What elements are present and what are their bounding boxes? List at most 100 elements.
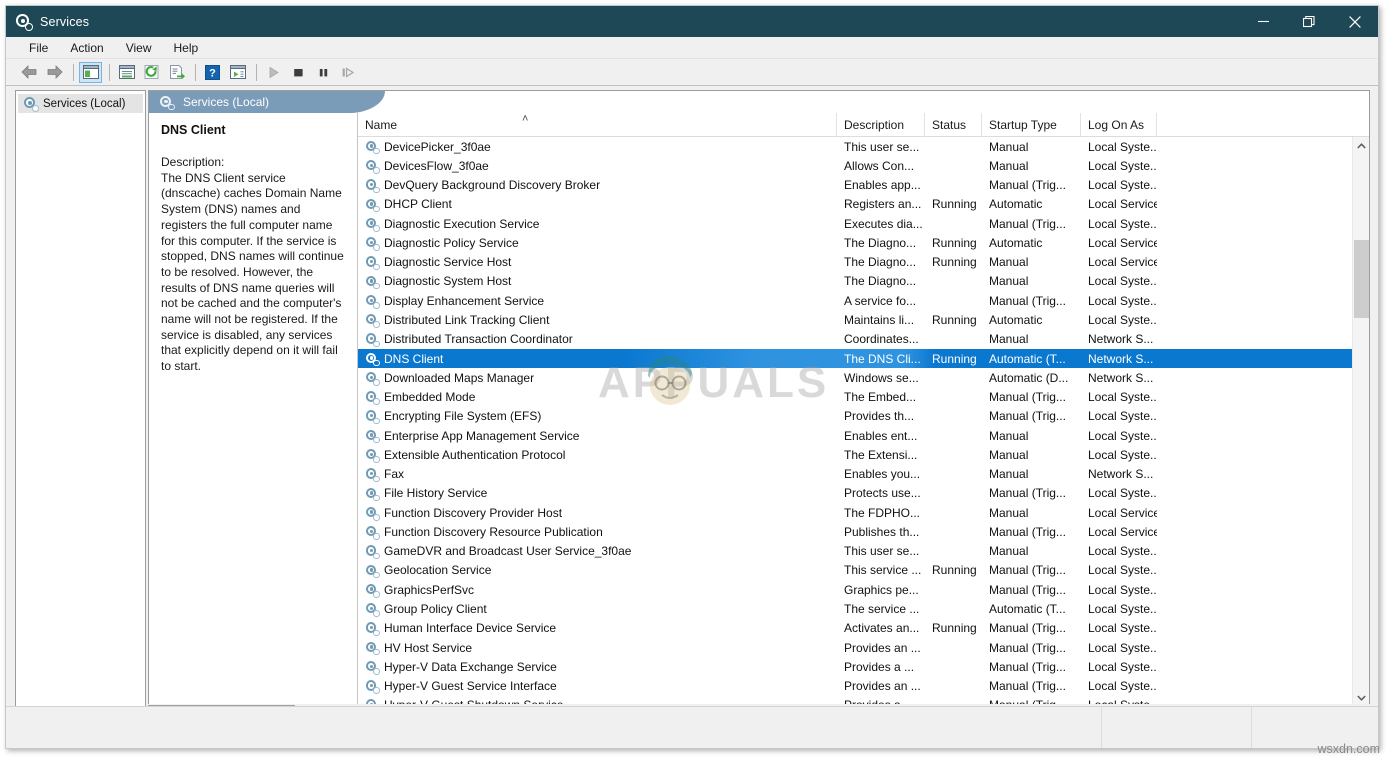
tab-services-local[interactable]: Services (Local) — [149, 91, 349, 113]
back-arrow-icon[interactable] — [18, 62, 41, 83]
cell-startup: Manual — [982, 445, 1081, 464]
cell-status — [925, 330, 982, 349]
table-row[interactable]: Diagnostic Policy ServiceThe Diagno...Ru… — [358, 233, 1352, 252]
column-header-status[interactable]: Status — [925, 113, 982, 137]
table-row[interactable]: GraphicsPerfSvcGraphics pe...Manual (Tri… — [358, 580, 1352, 599]
cell-desc: Enables you... — [837, 465, 925, 484]
table-row[interactable]: Hyper-V Data Exchange ServiceProvides a … — [358, 657, 1352, 676]
cell-logon: Local Syste... — [1081, 291, 1157, 310]
forward-arrow-icon[interactable] — [43, 62, 66, 83]
table-row[interactable]: Enterprise App Management ServiceEnables… — [358, 426, 1352, 445]
cell-status: Running — [925, 619, 982, 638]
title-bar: Services — [6, 6, 1378, 37]
cell-logon: Network S... — [1081, 368, 1157, 387]
table-row[interactable]: Embedded ModeThe Embed...Manual (Trig...… — [358, 387, 1352, 406]
services-content-pane: Services (Local) DNS Client Description:… — [148, 90, 1370, 707]
service-name-label: Enterprise App Management Service — [384, 429, 579, 443]
cell-service-name: Encrypting File System (EFS) — [365, 407, 541, 426]
cell-logon-label: Local Syste... — [1088, 448, 1157, 462]
table-row[interactable]: DNS ClientThe DNS Cli...RunningAutomatic… — [358, 349, 1352, 368]
table-row[interactable]: HV Host ServiceProvides an ...Manual (Tr… — [358, 638, 1352, 657]
cell-status: Running — [925, 310, 982, 329]
column-header-desc[interactable]: Description — [837, 113, 925, 137]
cell-logon-label: Local Syste... — [1088, 429, 1157, 443]
table-row[interactable]: Downloaded Maps ManagerWindows se...Auto… — [358, 368, 1352, 387]
cell-startup: Manual (Trig... — [982, 484, 1081, 503]
close-button[interactable] — [1332, 6, 1378, 37]
cell-startup: Manual (Trig... — [982, 657, 1081, 676]
cell-service-name: Extensible Authentication Protocol — [365, 445, 565, 464]
table-row[interactable]: Diagnostic System HostThe Diagno...Manua… — [358, 272, 1352, 291]
column-header-logon[interactable]: Log On As — [1081, 113, 1157, 137]
cell-status — [925, 638, 982, 657]
table-row[interactable]: Diagnostic Service HostThe Diagno...Runn… — [358, 253, 1352, 272]
table-row[interactable]: GameDVR and Broadcast User Service_3f0ae… — [358, 542, 1352, 561]
cell-desc-label: The Embed... — [844, 390, 916, 404]
table-row[interactable]: File History ServiceProtects use...Manua… — [358, 484, 1352, 503]
menu-file[interactable]: File — [18, 39, 59, 57]
refresh-icon[interactable] — [140, 62, 163, 83]
column-header-startup[interactable]: Startup Type — [982, 113, 1081, 137]
services-list: Name˄DescriptionStatusStartup TypeLog On… — [358, 113, 1369, 706]
table-row[interactable]: Geolocation ServiceThis service ...Runni… — [358, 561, 1352, 580]
table-row[interactable]: DevQuery Background Discovery BrokerEnab… — [358, 176, 1352, 195]
restore-button[interactable] — [1286, 6, 1332, 37]
service-gear-icon — [365, 371, 379, 385]
vertical-scrollbar[interactable] — [1352, 137, 1369, 706]
menu-help[interactable]: Help — [163, 39, 210, 57]
export-list-icon[interactable] — [165, 62, 188, 83]
tree-node-services-local[interactable]: Services (Local) — [18, 94, 143, 113]
show-action-pane-icon[interactable] — [226, 62, 249, 83]
table-row[interactable]: Diagnostic Execution ServiceExecutes dia… — [358, 214, 1352, 233]
table-row[interactable]: DevicePicker_3f0aeThis user se...ManualL… — [358, 137, 1352, 156]
table-row[interactable]: Distributed Link Tracking ClientMaintain… — [358, 310, 1352, 329]
minimize-button[interactable] — [1240, 6, 1286, 37]
column-header-name[interactable]: Name˄ — [358, 113, 837, 137]
start-service-icon[interactable] — [262, 62, 285, 83]
cell-desc: The DNS Cli... — [837, 349, 925, 368]
cell-service-name: Function Discovery Provider Host — [365, 503, 562, 522]
table-row[interactable]: DHCP ClientRegisters an...RunningAutomat… — [358, 195, 1352, 214]
cell-startup-label: Manual (Trig... — [989, 409, 1066, 423]
services-window-root: Services — [0, 0, 1387, 759]
pause-service-icon[interactable] — [312, 62, 335, 83]
scroll-up-icon[interactable] — [1353, 137, 1369, 154]
table-row[interactable]: Display Enhancement ServiceA service fo.… — [358, 291, 1352, 310]
cell-logon: Local Syste... — [1081, 426, 1157, 445]
cell-service-name: Display Enhancement Service — [365, 291, 544, 310]
cell-desc-label: This user se... — [844, 140, 919, 154]
table-row[interactable]: DevicesFlow_3f0aeAllows Con...ManualLoca… — [358, 156, 1352, 175]
menu-view[interactable]: View — [115, 39, 163, 57]
table-row[interactable]: Human Interface Device ServiceActivates … — [358, 619, 1352, 638]
menu-action[interactable]: Action — [59, 39, 114, 57]
cell-desc: Publishes th... — [837, 522, 925, 541]
help-icon[interactable]: ? — [201, 62, 224, 83]
table-row[interactable]: Distributed Transaction CoordinatorCoord… — [358, 330, 1352, 349]
properties-icon[interactable] — [115, 62, 138, 83]
service-gear-icon — [365, 217, 379, 231]
show-hide-console-tree-icon[interactable] — [79, 62, 102, 83]
table-row[interactable]: Hyper-V Guest Service InterfaceProvides … — [358, 676, 1352, 695]
cell-startup: Manual (Trig... — [982, 291, 1081, 310]
cell-desc-label: This service ... — [844, 563, 921, 577]
cell-logon-label: Local Syste... — [1088, 660, 1157, 674]
restart-service-icon[interactable] — [337, 62, 360, 83]
service-name-label: Human Interface Device Service — [384, 621, 556, 635]
scrollbar-thumb[interactable] — [1354, 240, 1369, 318]
cell-startup-label: Automatic — [989, 197, 1042, 211]
table-row[interactable]: FaxEnables you...ManualNetwork S... — [358, 465, 1352, 484]
stop-service-icon[interactable] — [287, 62, 310, 83]
cell-logon: Local Syste... — [1081, 407, 1157, 426]
table-row[interactable]: Encrypting File System (EFS)Provides th.… — [358, 407, 1352, 426]
table-row[interactable]: Extensible Authentication ProtocolThe Ex… — [358, 445, 1352, 464]
cell-desc: The Diagno... — [837, 253, 925, 272]
service-name-label: Group Policy Client — [384, 602, 487, 616]
service-gear-icon — [365, 159, 379, 173]
table-row[interactable]: Function Discovery Resource PublicationP… — [358, 522, 1352, 541]
cell-startup-label: Manual (Trig... — [989, 217, 1066, 231]
table-row[interactable]: Function Discovery Provider HostThe FDPH… — [358, 503, 1352, 522]
cell-logon-label: Network S... — [1088, 332, 1153, 346]
table-row[interactable]: Group Policy ClientThe service ...Automa… — [358, 599, 1352, 618]
cell-service-name: Group Policy Client — [365, 599, 487, 618]
service-gear-icon — [365, 313, 379, 327]
